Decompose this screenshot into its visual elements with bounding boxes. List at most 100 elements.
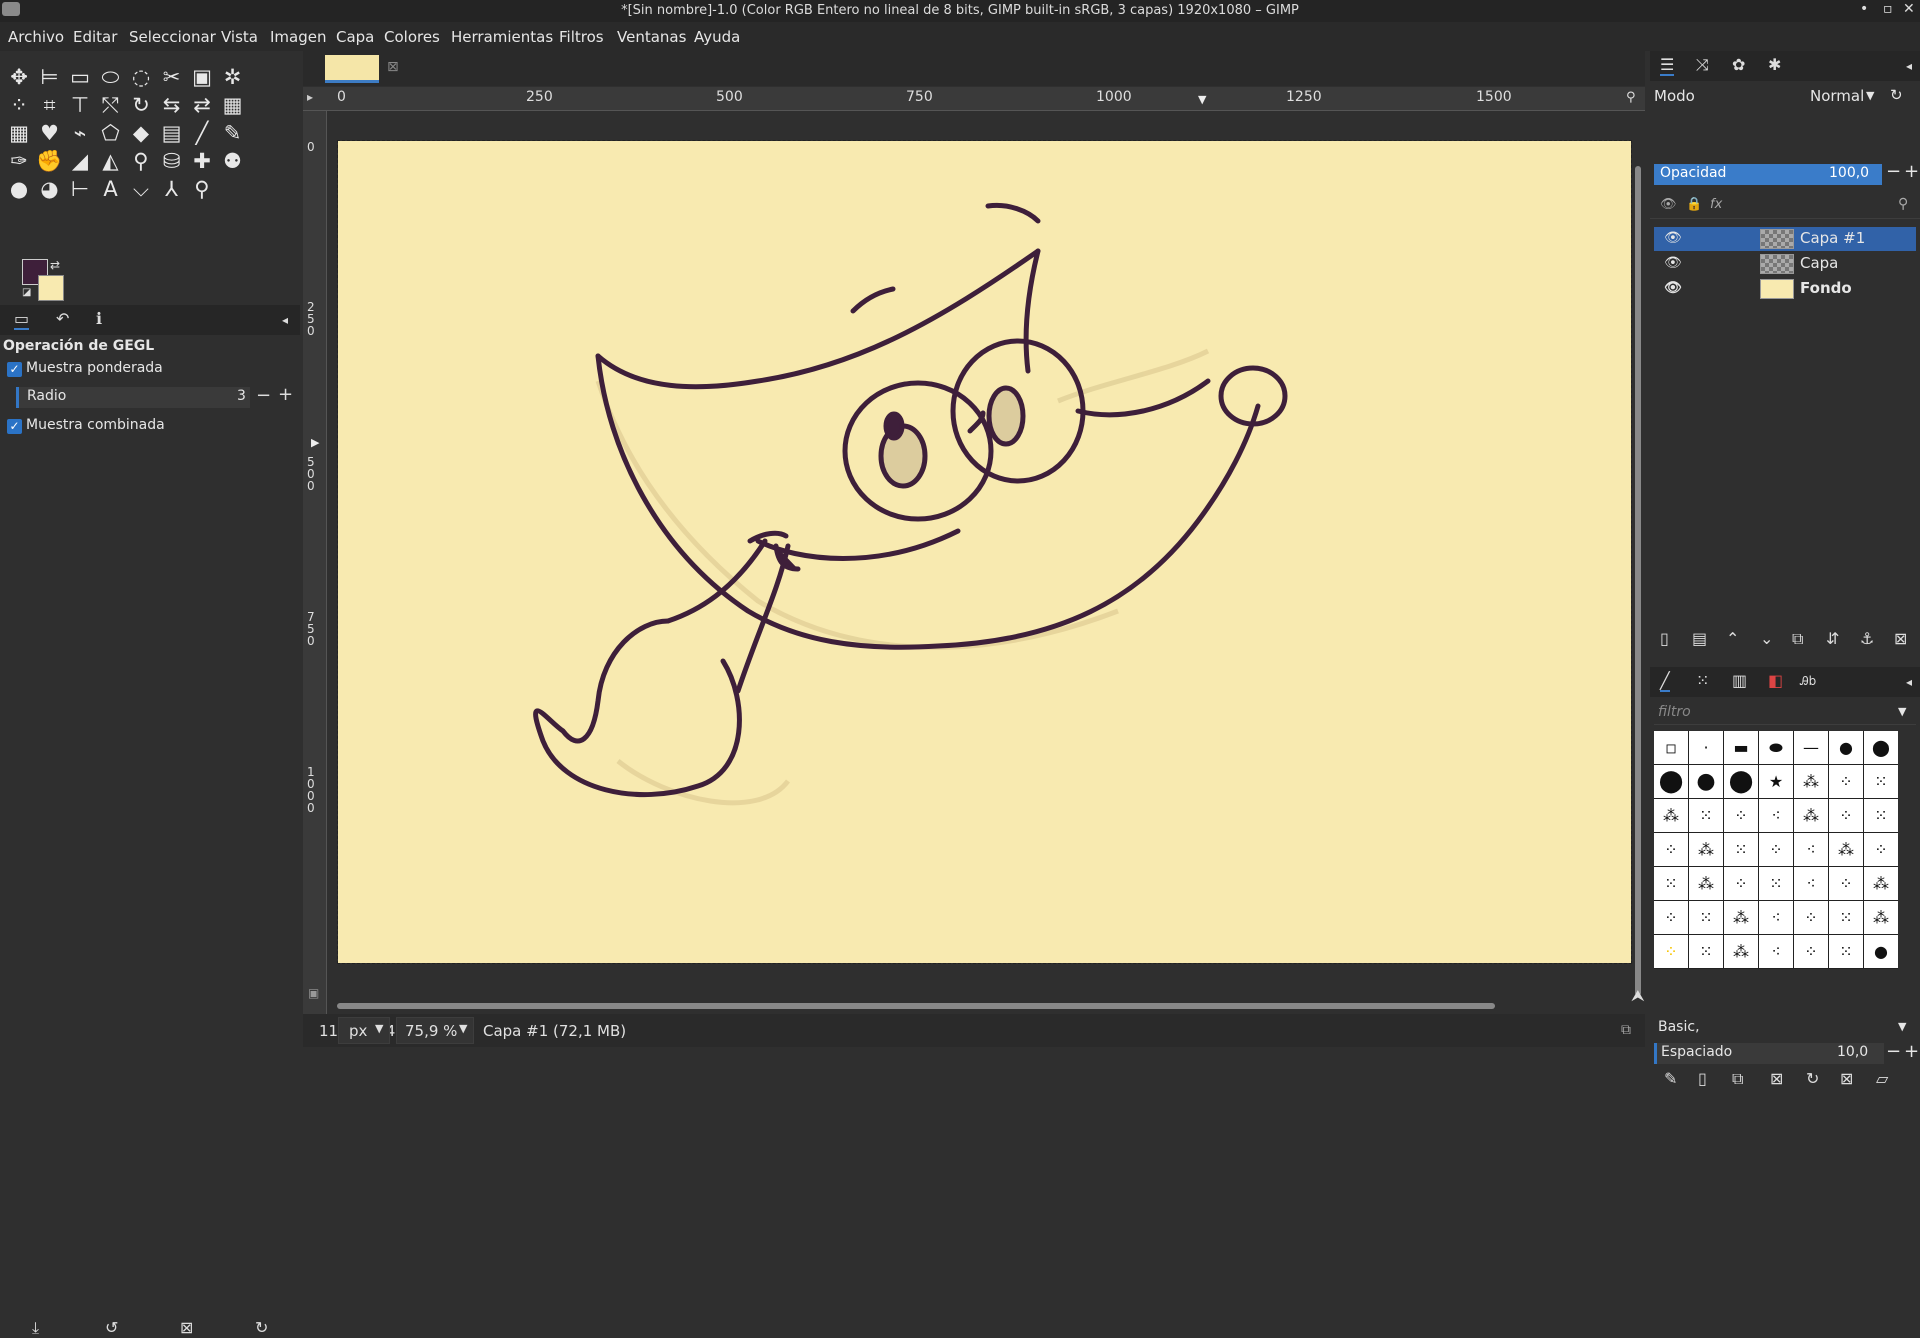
brush-thumbnail[interactable]: ⁂ [1794,765,1828,798]
brush-thumbnail[interactable]: ⁂ [1689,833,1723,866]
brush-thumbnail[interactable]: ⁖ [1794,833,1828,866]
navigate-icon[interactable]: ⮝ [1631,986,1645,1006]
menu-imagen[interactable]: Imagen [270,28,326,46]
duplicate-brush-icon[interactable]: ⧉ [1732,1069,1743,1089]
refresh-brushes-icon[interactable]: ↻ [1806,1069,1819,1088]
image-canvas[interactable] [337,140,1632,964]
merge-down-icon[interactable]: ⇵ [1826,629,1839,648]
raise-layer-icon[interactable]: ⌃ [1726,629,1739,648]
brush-thumbnail[interactable]: ⁖ [1794,867,1828,900]
brush-thumbnail[interactable]: ⁘ [1829,799,1863,832]
eye-icon[interactable]: 👁 [1664,230,1682,246]
brush-thumbnail[interactable]: ⁘ [1829,867,1863,900]
brush-thumbnail[interactable]: ⁘ [1654,833,1688,866]
zoom-fit-icon[interactable]: ⚲ [1626,90,1636,105]
layer-row[interactable]: 👁 Capa [1654,252,1916,276]
mode-select[interactable]: Normal [1810,87,1864,105]
brush-thumbnail[interactable]: ⁖ [1759,901,1793,934]
swap-colors-icon[interactable]: ⇄ [50,258,60,272]
brush-thumbnail[interactable]: ⁙ [1759,867,1793,900]
channels-tab-icon[interactable]: ⤨ [1696,55,1709,75]
brush-thumbnail[interactable]: ⁘ [1654,935,1688,968]
compass-icon[interactable]: ⅄ [155,172,189,206]
open-as-image-icon[interactable]: ▱ [1876,1069,1888,1088]
menu-colores[interactable]: Colores [384,28,440,46]
eye-icon[interactable]: 👁 [1664,255,1682,271]
menu-ventanas[interactable]: Ventanas [617,28,686,46]
brush-thumbnail[interactable]: ⁙ [1829,901,1863,934]
brush-thumbnail[interactable]: ⁘ [1724,799,1758,832]
quick-mask-icon[interactable]: ▣ [308,986,319,1000]
brush-thumbnail[interactable]: ⁘ [1864,833,1898,866]
eye-icon[interactable]: 👁 [1664,280,1682,296]
brush-thumbnail[interactable]: ★ [1759,765,1793,798]
duplicate-layer-icon[interactable]: ⧉ [1792,629,1803,649]
panel-menu-icon[interactable]: ◂ [282,313,288,327]
lower-layer-icon[interactable]: ⌄ [1760,629,1773,648]
zoom-select[interactable]: 75,9 % ▼ [396,1017,474,1044]
menu-ayuda[interactable]: Ayuda [694,28,740,46]
brush-thumbnail[interactable]: ⁙ [1864,765,1898,798]
brush-thumbnail[interactable]: ⬤ [1864,731,1898,764]
brush-thumbnail[interactable]: ▬ [1724,731,1758,764]
menu-seleccionar[interactable]: Seleccionar [129,28,216,46]
dodge-icon[interactable]: ⚉ [216,144,250,178]
close-button[interactable]: ✕ [1903,1,1915,17]
delete-layer-icon[interactable]: ⊠ [1894,629,1907,648]
tool-options-tab-icon[interactable]: ▭ [14,309,30,330]
color-picker-icon[interactable]: ⌵ [124,172,158,206]
brush-thumbnail[interactable]: ⁙ [1689,901,1723,934]
spacing-decrease-button[interactable]: − [1886,1041,1901,1062]
anchor-layer-icon[interactable]: ⚓ [1860,629,1874,648]
brush-thumbnail[interactable]: ● [1689,765,1723,798]
menu-editar[interactable]: Editar [73,28,117,46]
fonts-tab-icon[interactable]: Ꭿb [1800,674,1816,689]
default-colors-icon[interactable]: ◪ [22,287,31,298]
undo-tab-icon[interactable]: ✱ [1768,55,1781,74]
device-status-tab-icon[interactable]: ℹ [96,309,102,328]
layer-row[interactable]: 👁 Fondo [1654,277,1916,301]
delete-brush-icon[interactable]: ⊠ [1770,1069,1783,1088]
brush-thumbnail[interactable]: ◽ [1654,731,1688,764]
brush-thumbnail[interactable]: ⁙ [1654,867,1688,900]
brush-thumbnail[interactable]: ⁘ [1829,765,1863,798]
panel-menu-icon[interactable]: ◂ [1906,675,1912,689]
horizontal-ruler[interactable]: ▸ 0 250 500 750 1000 1250 1500 ▼ ⚲ [303,87,1645,111]
brush-thumbnail[interactable]: ⁖ [1759,935,1793,968]
brush-thumbnail[interactable]: ● [1829,731,1863,764]
brush-thumbnail[interactable]: ⁙ [1864,799,1898,832]
radius-spinner[interactable]: Radio 3 [16,387,250,408]
paths-tab-icon[interactable]: ✿ [1732,55,1745,74]
opacity-increase-button[interactable]: + [1904,161,1919,182]
delete-options-icon[interactable]: ⊠ [180,1318,193,1337]
minimize-button[interactable]: • [1860,1,1868,17]
menu-archivo[interactable]: Archivo [8,28,64,46]
edit-brush-icon[interactable]: ✎ [1664,1069,1677,1088]
maximize-button[interactable]: ▫ [1883,1,1893,17]
reset-options-icon[interactable]: ↻ [255,1318,268,1337]
radius-increase-button[interactable]: + [278,384,293,405]
brush-thumbnail[interactable]: ⁘ [1794,901,1828,934]
brush-thumbnail[interactable]: ⁙ [1724,833,1758,866]
background-color-swatch[interactable] [38,275,64,301]
unit-select[interactable]: px ▼ [338,1017,390,1044]
brush-thumbnail[interactable]: ⁘ [1794,935,1828,968]
brush-thumbnail[interactable]: ⁘ [1759,833,1793,866]
sample-weighted-checkbox[interactable]: ✓ [7,362,22,377]
close-image-tab-icon[interactable]: ⊠ [387,59,399,75]
layer-row[interactable]: 👁 Capa #1 [1654,227,1916,251]
save-options-icon[interactable]: ⤓ [32,1318,39,1338]
vertical-scrollbar[interactable] [1633,111,1643,1043]
brush-filter[interactable]: filtro ▼ [1654,701,1916,725]
ruler-corner-menu-icon[interactable]: ▸ [307,90,313,104]
brush-thumbnail[interactable]: ⁂ [1864,901,1898,934]
sample-merged-checkbox[interactable]: ✓ [7,419,22,434]
brush-thumbnail[interactable]: ⁂ [1724,935,1758,968]
brush-thumbnail[interactable]: ⁘ [1654,901,1688,934]
brush-thumbnail[interactable]: ● [1864,935,1898,968]
zoom-icon[interactable]: ⚲ [185,172,219,206]
menu-filtros[interactable]: Filtros [559,28,604,46]
image-tab-thumbnail[interactable] [325,55,379,83]
brush-thumbnail[interactable]: ⁖ [1759,799,1793,832]
brush-thumbnail[interactable]: · [1689,731,1723,764]
